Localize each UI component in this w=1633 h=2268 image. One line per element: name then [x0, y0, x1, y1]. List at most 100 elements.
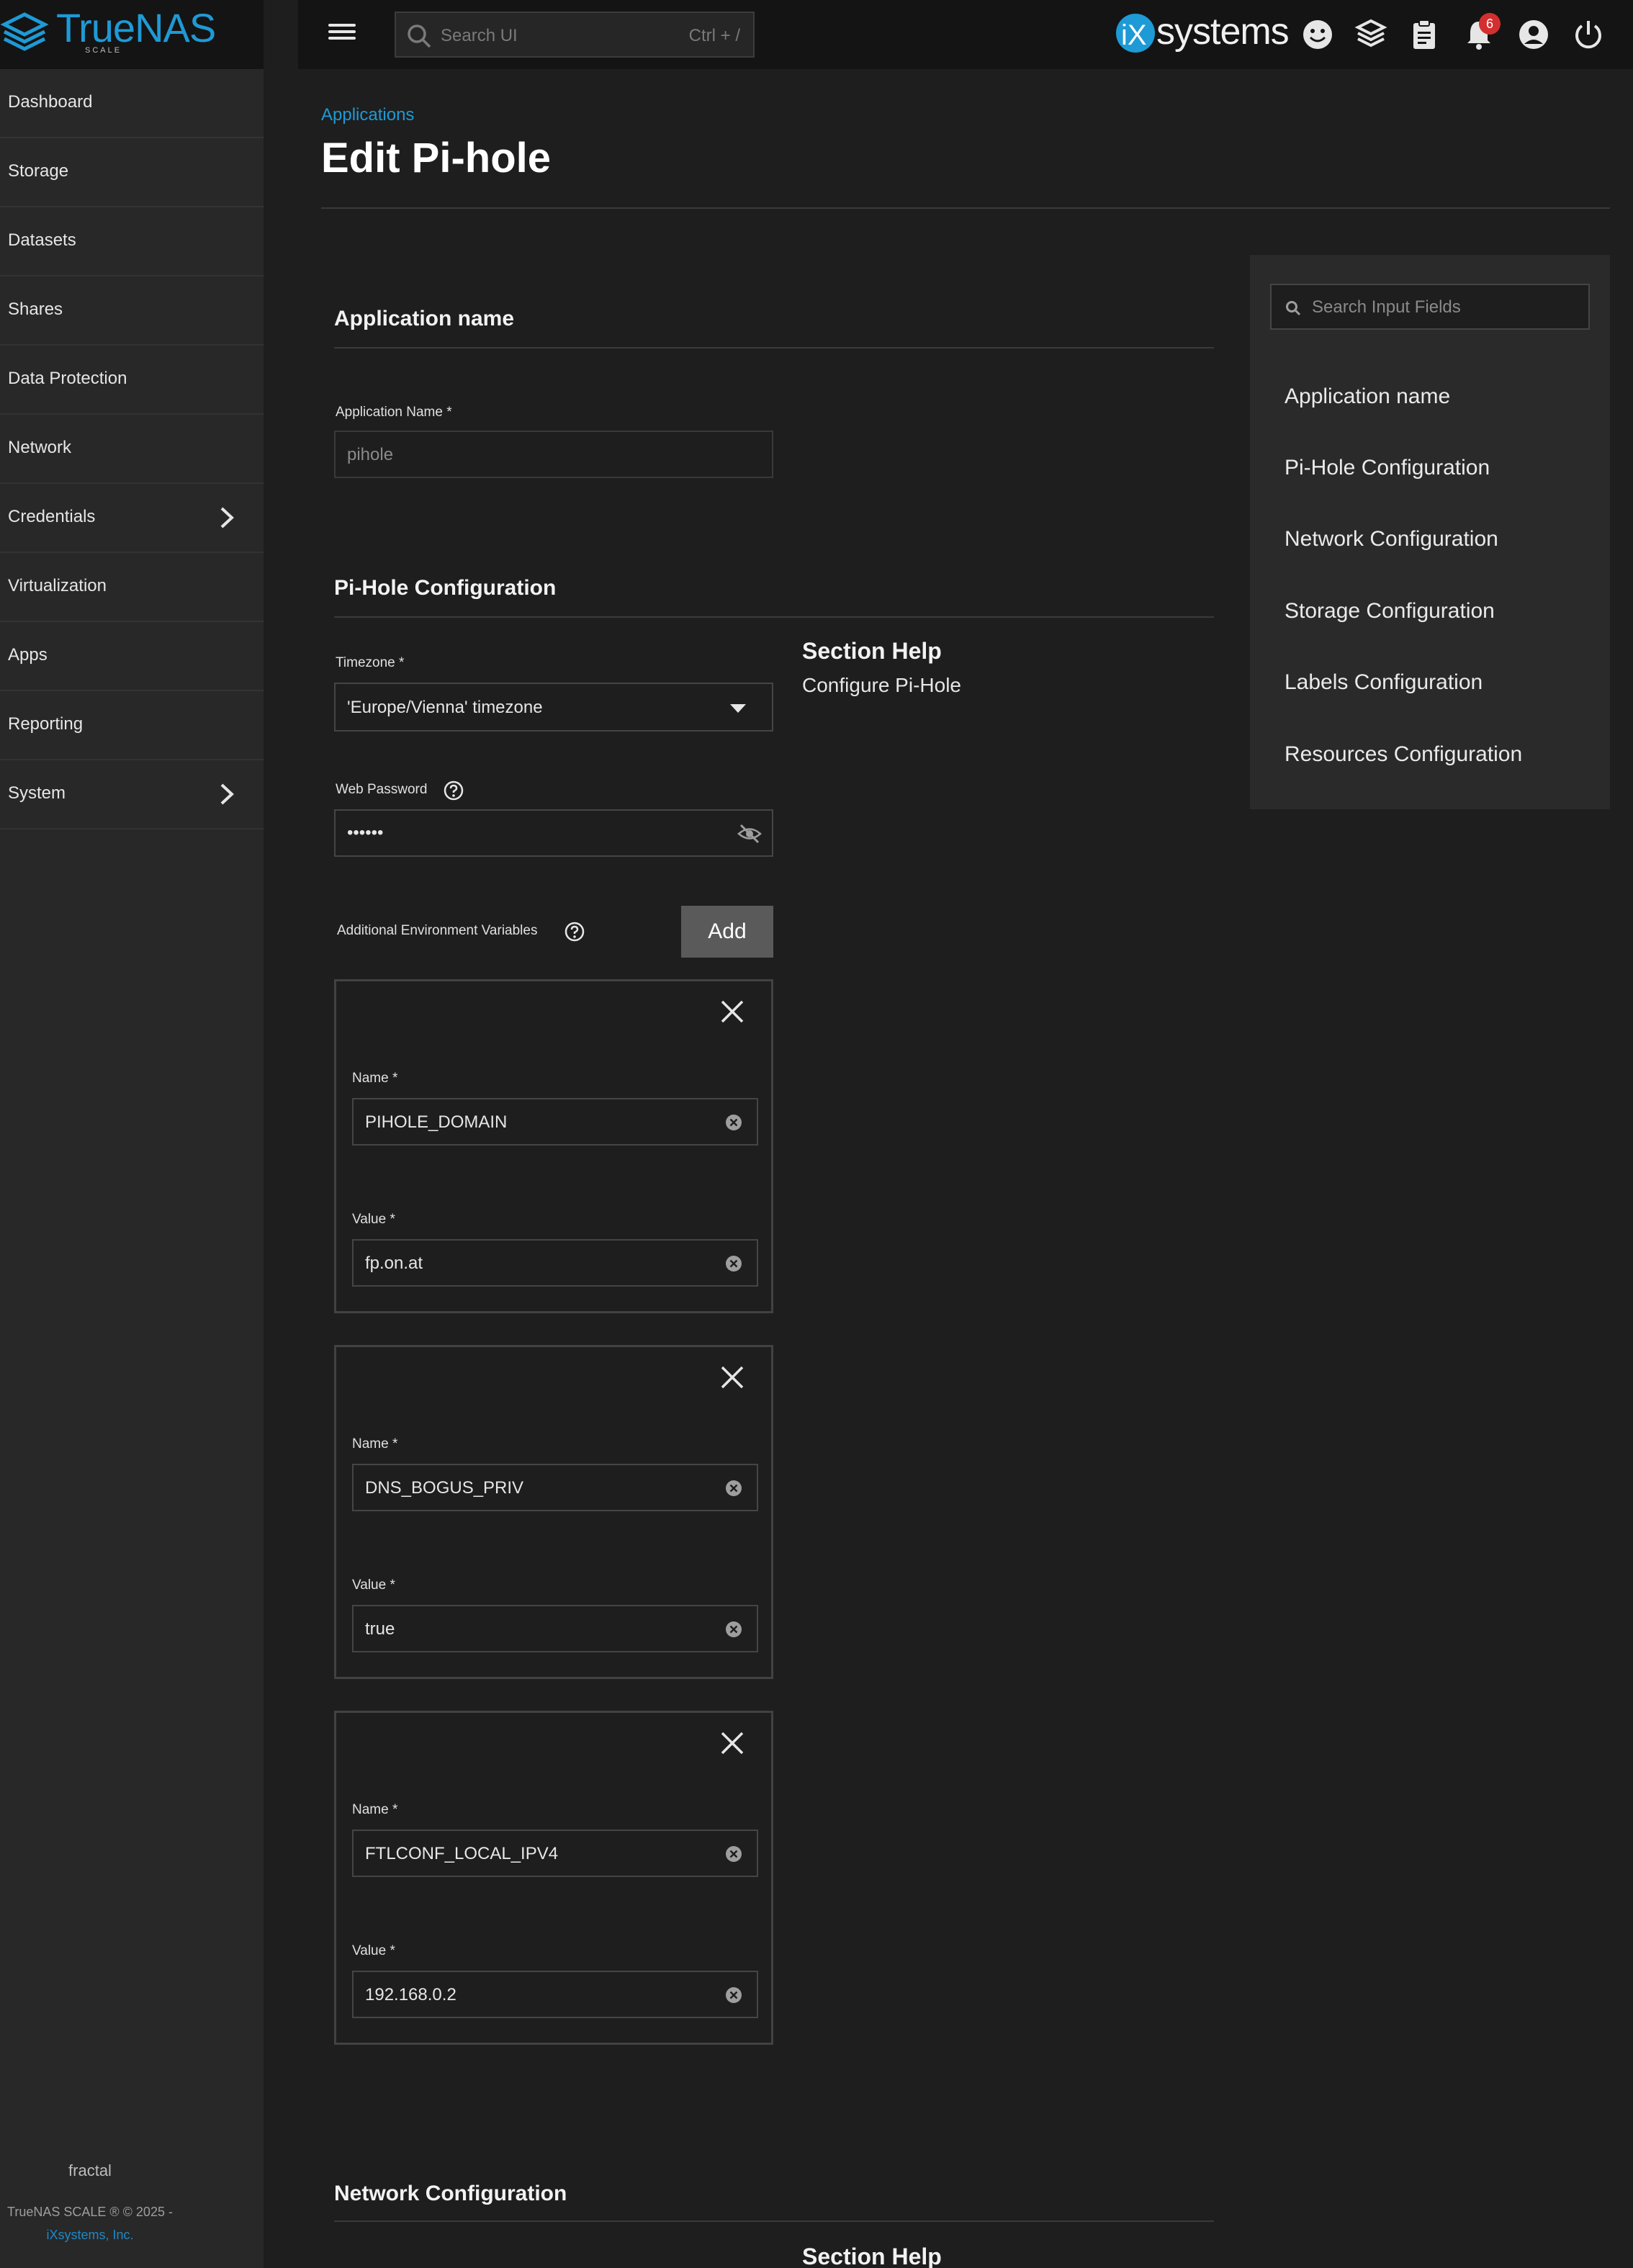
- search-icon: [408, 24, 431, 48]
- env-var-value-value: fp.on.at: [365, 1254, 423, 1273]
- sidebar-item-label: Data Protection: [8, 369, 127, 388]
- divider: [334, 616, 1214, 618]
- page-title: Edit Pi-hole: [321, 135, 551, 181]
- sidebar-item-datasets[interactable]: Datasets: [0, 207, 264, 276]
- truecommand-icon[interactable]: [1354, 17, 1388, 52]
- help-circle-icon[interactable]: [564, 922, 585, 942]
- close-icon[interactable]: [718, 997, 747, 1026]
- sidebar-nav: Dashboard Storage Datasets Shares Data P…: [0, 69, 264, 829]
- env-var-value-field[interactable]: 192.168.0.2: [352, 1971, 758, 2018]
- global-search-input[interactable]: Search UI Ctrl + /: [395, 12, 755, 58]
- sidebar-item-label: Datasets: [8, 230, 76, 250]
- truenas-logo-icon: [0, 12, 49, 51]
- feedback-smile-icon[interactable]: [1300, 17, 1335, 52]
- power-icon[interactable]: [1571, 17, 1606, 52]
- add-env-var-button[interactable]: Add: [681, 906, 773, 958]
- field-nav-item-network-configuration[interactable]: Network Configuration: [1285, 527, 1498, 552]
- sidebar-item-label: Apps: [8, 645, 48, 665]
- sidebar-item-data-protection[interactable]: Data Protection: [0, 346, 264, 415]
- close-icon[interactable]: [718, 1363, 747, 1392]
- sidebar: TrueNAS SCALE Dashboard Storage Datasets…: [0, 0, 264, 2268]
- sidebar-item-network[interactable]: Network: [0, 415, 264, 484]
- truenas-logo[interactable]: TrueNAS SCALE: [0, 0, 264, 69]
- chevron-right-icon: [220, 783, 234, 805]
- sidebar-item-label: Storage: [8, 161, 69, 181]
- account-circle-icon[interactable]: [1516, 17, 1551, 52]
- sidebar-item-virtualization[interactable]: Virtualization: [0, 553, 264, 622]
- env-var-value-label: Value *: [352, 1212, 395, 1227]
- field-nav-item-pihole-configuration[interactable]: Pi-Hole Configuration: [1285, 456, 1490, 480]
- env-var-card: Name * DNS_BOGUS_PRIV Value * true: [334, 1345, 773, 1679]
- env-var-name-field[interactable]: DNS_BOGUS_PRIV: [352, 1464, 758, 1511]
- timezone-select[interactable]: 'Europe/Vienna' timezone: [334, 683, 773, 732]
- dropdown-arrow-icon: [730, 704, 746, 713]
- env-var-value-field[interactable]: fp.on.at: [352, 1239, 758, 1287]
- notification-badge: 6: [1479, 13, 1501, 35]
- web-password-field[interactable]: ••••••: [334, 809, 773, 857]
- search-input-fields[interactable]: Search Input Fields: [1270, 284, 1590, 330]
- sidebar-item-apps[interactable]: Apps: [0, 622, 264, 691]
- hamburger-icon: [328, 37, 356, 40]
- hostname: fractal: [68, 2161, 112, 2179]
- section-title-pihole-configuration: Pi-Hole Configuration: [334, 576, 557, 600]
- web-password-label: Web Password: [336, 782, 428, 797]
- section-help-title: Section Help: [802, 638, 942, 664]
- clear-circle-icon[interactable]: [725, 1480, 742, 1497]
- section-help-text: Configure Pi-Hole: [802, 674, 961, 696]
- sidebar-item-dashboard[interactable]: Dashboard: [0, 69, 264, 138]
- brand-name: TrueNAS: [56, 5, 216, 50]
- svg-text:iX: iX: [1121, 19, 1147, 51]
- clear-circle-icon[interactable]: [725, 1255, 742, 1272]
- sidebar-item-label: Dashboard: [8, 92, 93, 112]
- ixsystems-logo-icon[interactable]: iX: [1112, 10, 1162, 56]
- env-var-name-label: Name *: [352, 1436, 398, 1452]
- company-link[interactable]: iXsystems, Inc.: [0, 2228, 180, 2243]
- topbar: Search UI Ctrl + / iX systems 6: [298, 0, 1633, 69]
- copyright-text: TrueNAS SCALE ® © 2025 -: [7, 2205, 173, 2219]
- help-circle-icon[interactable]: [444, 780, 464, 801]
- clear-circle-icon[interactable]: [725, 1986, 742, 2004]
- sidebar-item-system[interactable]: System: [0, 760, 264, 829]
- brand-edition: SCALE: [85, 46, 122, 55]
- env-var-name-field[interactable]: FTLCONF_LOCAL_IPV4: [352, 1830, 758, 1877]
- env-var-name-value: FTLCONF_LOCAL_IPV4: [365, 1844, 559, 1863]
- sidebar-item-shares[interactable]: Shares: [0, 276, 264, 346]
- env-var-value-value: true: [365, 1619, 395, 1639]
- env-var-value-value: 192.168.0.2: [365, 1985, 456, 2004]
- close-icon[interactable]: [718, 1729, 747, 1758]
- field-nav-item-labels-configuration[interactable]: Labels Configuration: [1285, 670, 1483, 695]
- section-title-application-name: Application name: [334, 307, 515, 330]
- web-password-value: ••••••: [347, 823, 384, 842]
- sidebar-item-credentials[interactable]: Credentials: [0, 484, 264, 553]
- divider: [334, 347, 1214, 348]
- sidebar-item-label: Reporting: [8, 714, 84, 734]
- env-var-name-value: PIHOLE_DOMAIN: [365, 1112, 508, 1132]
- menu-toggle-button[interactable]: [328, 20, 357, 49]
- clear-circle-icon[interactable]: [725, 1845, 742, 1863]
- sidebar-item-storage[interactable]: Storage: [0, 138, 264, 207]
- field-nav-item-storage-configuration[interactable]: Storage Configuration: [1285, 599, 1495, 624]
- application-name-field[interactable]: pihole: [334, 431, 773, 478]
- sidebar-item-label: Virtualization: [8, 576, 107, 595]
- env-var-name-label: Name *: [352, 1802, 398, 1817]
- section-title-network-configuration: Network Configuration: [334, 2182, 567, 2205]
- clear-circle-icon[interactable]: [725, 1621, 742, 1638]
- env-var-name-field[interactable]: PIHOLE_DOMAIN: [352, 1098, 758, 1146]
- sidebar-item-reporting[interactable]: Reporting: [0, 691, 264, 760]
- env-var-value-field[interactable]: true: [352, 1605, 758, 1652]
- hamburger-icon: [328, 30, 356, 33]
- jobs-clipboard-icon[interactable]: [1407, 17, 1441, 52]
- env-var-value-label: Value *: [352, 1578, 395, 1593]
- section-help-title: Section Help: [802, 2244, 942, 2268]
- divider: [334, 2220, 1214, 2222]
- visibility-off-icon[interactable]: [737, 823, 762, 845]
- divider: [321, 207, 1610, 209]
- clear-circle-icon[interactable]: [725, 1114, 742, 1131]
- field-nav-item-application-name[interactable]: Application name: [1285, 384, 1450, 409]
- breadcrumb[interactable]: Applications: [321, 105, 414, 125]
- field-nav-item-resources-configuration[interactable]: Resources Configuration: [1285, 742, 1522, 767]
- hamburger-icon: [328, 24, 356, 27]
- sidebar-item-label: System: [8, 783, 66, 803]
- search-placeholder: Search UI: [441, 26, 518, 45]
- sidebar-item-label: Network: [8, 438, 72, 457]
